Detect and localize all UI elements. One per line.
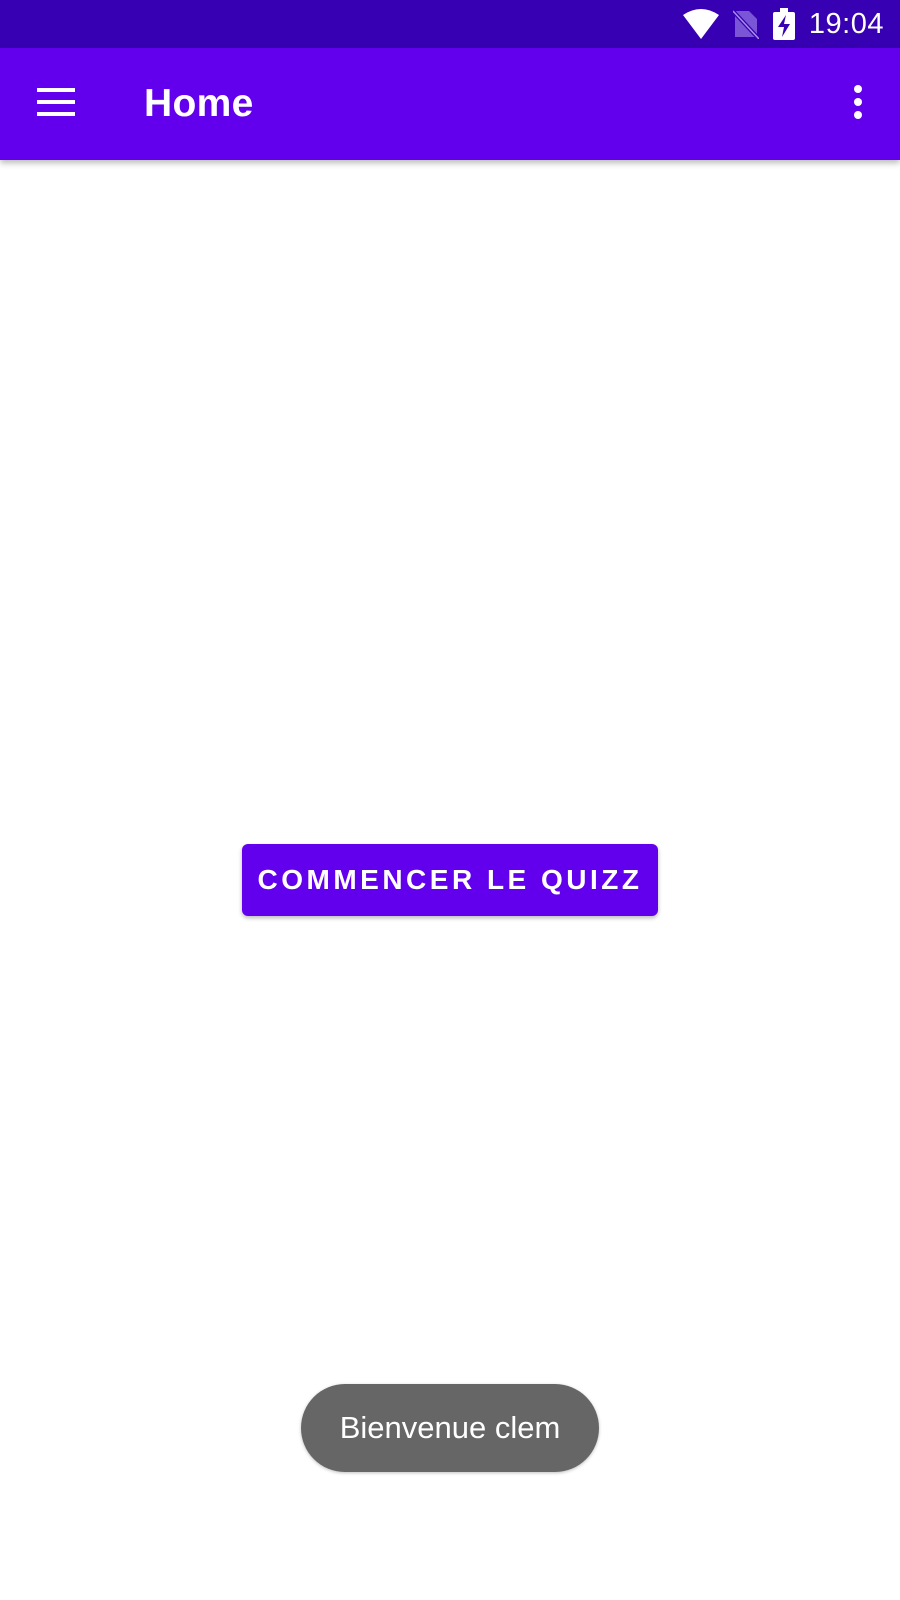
battery-charging-icon xyxy=(772,8,795,40)
status-time: 19:04 xyxy=(808,7,884,40)
no-sim-icon xyxy=(732,9,759,39)
status-bar: 19:04 xyxy=(0,0,900,48)
overflow-menu-button[interactable] xyxy=(834,70,882,138)
wifi-icon xyxy=(682,9,719,39)
menu-button[interactable] xyxy=(22,70,90,138)
toast-message: Bienvenue clem xyxy=(301,1384,599,1472)
page-title: Home xyxy=(144,82,254,125)
start-quiz-button[interactable]: COMMENCER LE QUIZZ xyxy=(242,844,658,916)
app-screen: 19:04 Home COMMENCER LE QUIZZ Bienvenue … xyxy=(0,0,900,1600)
more-vert-icon xyxy=(853,84,863,124)
app-bar: Home xyxy=(0,48,900,160)
menu-icon xyxy=(37,87,75,121)
